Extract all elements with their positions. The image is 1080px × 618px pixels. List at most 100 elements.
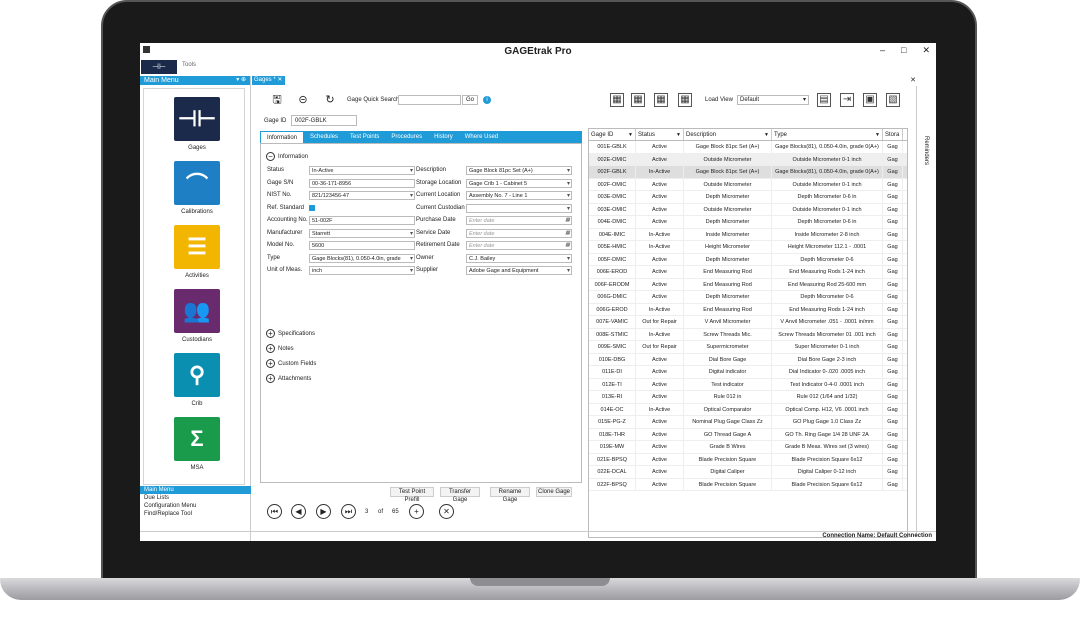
table-row[interactable]: 007E-VAMIC Out for Repair V Anvil Micromet… (589, 316, 907, 329)
first-record-button[interactable]: ⏮ (267, 504, 282, 519)
tab-procedures[interactable]: Procedures (385, 131, 428, 143)
maximize-button[interactable]: □ (901, 45, 906, 56)
tools-tab[interactable]: Tools (182, 62, 196, 68)
go-button[interactable]: Go (462, 95, 478, 105)
help-icon[interactable]: i (483, 96, 491, 104)
tab-test-points[interactable]: Test Points (344, 131, 385, 143)
column-header-gage-id[interactable]: Gage ID ▼ (589, 129, 636, 140)
menu-tile-activities[interactable]: ☰ Activities (174, 225, 220, 279)
filter-icon[interactable]: ▼ (875, 129, 880, 141)
expand-icon[interactable]: + (266, 374, 275, 383)
custom-fields-section-toggle[interactable]: + Custom Fields (266, 359, 316, 368)
menu-tile-crib[interactable]: ⚲ Crib (174, 353, 220, 407)
gage-id-input[interactable]: 002F-GBLK (291, 115, 357, 126)
table-row[interactable]: 006F-ERODM Active End Measuring Rod End Mea… (589, 278, 907, 291)
type-field[interactable]: Gage Blocks(81), 0.050-4.0in, grade (309, 253, 415, 263)
back-icon[interactable]: ⊝ (297, 95, 309, 106)
table-row[interactable]: 006G-DMIC Active Depth Micrometer Depth Mic… (589, 291, 907, 304)
tab-information[interactable]: Information (260, 131, 305, 143)
manufacturer-field[interactable]: Starrett (309, 228, 415, 238)
export-to-icon[interactable]: ⇥ (840, 93, 854, 107)
table-row[interactable]: 002F-OMIC Active Outside Micrometer Outside… (589, 178, 907, 191)
menu-tile-calibrations[interactable]: ⌒ Calibrations (174, 161, 220, 215)
retirement-date-field[interactable]: Enter date (466, 241, 572, 250)
table-row[interactable]: 010E-DBG Active Dial Bore Gage Dial Bore Ga… (589, 353, 907, 366)
table-row[interactable]: 002F-GBLK In-Active Gage Block 81pc Set (A… (589, 166, 907, 179)
menu-tile-custodians[interactable]: 👥 Custodians (174, 289, 220, 343)
specifications-section-toggle[interactable]: + Specifications (266, 329, 315, 338)
description-field[interactable]: Gage Block 81pc Set (A+) (466, 166, 572, 175)
table-row[interactable]: 009E-SMIC Out for Repair Supermicrometer Su… (589, 341, 907, 354)
unit-of-meas-field[interactable]: inch (309, 266, 415, 275)
msa-icon[interactable]: Σ (174, 417, 220, 461)
calibrations-icon[interactable]: ⌒ (174, 161, 220, 205)
print-icon[interactable]: ▣ (863, 93, 877, 107)
table-row[interactable]: 012E-TI Active Test indicator Test Indicato… (589, 378, 907, 391)
table-row[interactable]: 022E-DCAL Active Digital Caliper Digital Ca… (589, 466, 907, 479)
crib-icon[interactable]: ⚲ (174, 353, 220, 397)
nist-no-field[interactable]: 821/123456-47 (309, 191, 415, 200)
filter-icon[interactable]: ▼ (628, 129, 633, 141)
column-header-status[interactable]: Status ▼ (636, 129, 684, 140)
storage-location-field[interactable]: Gage Crib 1 - Cabinet 5 (466, 178, 572, 188)
table-row[interactable]: 003E-OMIC Active Outside Micrometer Outside… (589, 203, 907, 216)
document-close-icon[interactable]: ✕ (910, 76, 916, 84)
table-row[interactable]: 019E-MW Active Grade B Wires Grade B Meas. … (589, 441, 907, 454)
column-header-stora[interactable]: Stora (883, 129, 903, 140)
service-date-field[interactable]: Enter date (466, 228, 572, 238)
collapse-icon[interactable]: − (266, 152, 275, 161)
accounting-no-field[interactable]: 51-002F (309, 216, 415, 225)
expand-icon[interactable]: + (266, 344, 275, 353)
tab-schedules[interactable]: Schedules (304, 131, 344, 143)
pin-icon[interactable]: ▾ ⊕ (236, 76, 246, 85)
rename-gage-button[interactable]: Rename Gage (490, 487, 530, 503)
grid-layout-icon[interactable]: ▦ (678, 93, 692, 107)
current-location-field[interactable]: Assembly No. 7 - Line 1 (466, 191, 572, 200)
expand-icon[interactable]: + (266, 329, 275, 338)
clone-gage-button[interactable]: Clone Gage (536, 487, 572, 497)
test-point-prefill-button[interactable]: Test Point Prefill (390, 487, 434, 503)
tab-close-icon[interactable]: ✕ (277, 77, 282, 83)
custodians-icon[interactable]: 👥 (174, 289, 220, 333)
menu-link-due-lists[interactable]: Due Lists (140, 494, 251, 502)
column-header-description[interactable]: Description ▼ (684, 129, 772, 140)
save-icon[interactable]: 🖫 (271, 95, 283, 106)
table-row[interactable]: 018E-THR Active GO Thread Gage A GO Th. Rin… (589, 428, 907, 441)
table-row[interactable]: 004E-DMIC Active Depth Micrometer Depth Mic… (589, 216, 907, 229)
purchase-date-field[interactable]: Enter date (466, 216, 572, 225)
pdf-icon[interactable]: ▧ (886, 93, 900, 107)
minimize-button[interactable]: – (880, 45, 885, 56)
tab-gages[interactable]: Gages * ✕ (252, 76, 285, 85)
information-section-toggle[interactable]: − Information (266, 152, 308, 161)
attachments-section-toggle[interactable]: + Attachments (266, 374, 311, 383)
filter-icon[interactable]: ▼ (764, 129, 769, 141)
delete-record-button[interactable]: ✕ (439, 504, 454, 519)
notes-section-toggle[interactable]: + Notes (266, 344, 294, 353)
filter-icon[interactable]: ▼ (676, 129, 681, 141)
menu-link-configuration-menu[interactable]: Configuration Menu (140, 502, 251, 510)
export-icon[interactable]: ▤ (817, 93, 831, 107)
load-view-select[interactable]: Default (737, 95, 809, 105)
next-record-button[interactable]: ▶ (316, 504, 331, 519)
table-row[interactable]: 006G-EROD In-Active End Measuring Rod End M… (589, 303, 907, 316)
table-row[interactable]: 001E-GBLK Active Gage Block 81pc Set (A+) G… (589, 141, 907, 154)
table-row[interactable]: 008E-STMIC In-Active Screw Threads Mic. Scr… (589, 328, 907, 341)
menu-tile-msa[interactable]: Σ MSA (174, 417, 220, 471)
previous-record-button[interactable]: ◀ (291, 504, 306, 519)
table-row[interactable]: 021E-BPSQ Active Blade Precision Square Bla… (589, 453, 907, 466)
model-no-field[interactable]: 5600 (309, 241, 415, 250)
last-record-button[interactable]: ⏭ (341, 504, 356, 519)
grid-columns-icon[interactable]: ▦ (631, 93, 645, 107)
table-row[interactable]: 005F-DMIC Active Depth Micrometer Depth Mic… (589, 253, 907, 266)
table-row[interactable]: 004E-IMIC In-Active Inside Micrometer Insid… (589, 228, 907, 241)
refresh-icon[interactable]: ↻ (324, 95, 336, 106)
column-header-type[interactable]: Type ▼ (772, 129, 883, 140)
table-row[interactable]: 022F-BPSQ Active Blade Precision Square Bla… (589, 478, 907, 491)
add-record-button[interactable]: + (409, 504, 424, 519)
table-row[interactable]: 005E-HMIC In-Active Height Micrometer Heigh… (589, 241, 907, 254)
table-row[interactable]: 003E-DMIC Active Depth Micrometer Depth Mic… (589, 191, 907, 204)
grid-rows-icon[interactable]: ▦ (654, 93, 668, 107)
owner-field[interactable]: C.J. Bailey (466, 253, 572, 263)
reminders-label[interactable]: Reminders (923, 136, 929, 165)
reminders-panel[interactable]: Reminders (916, 86, 936, 536)
